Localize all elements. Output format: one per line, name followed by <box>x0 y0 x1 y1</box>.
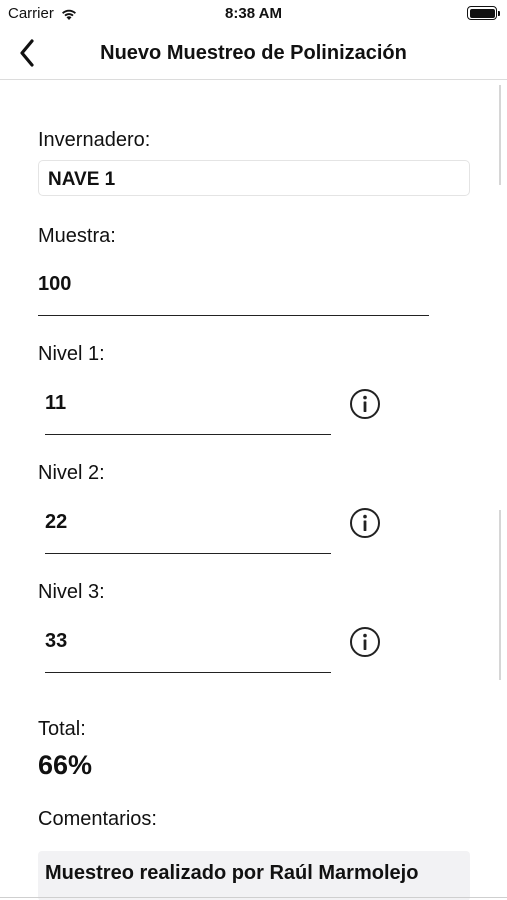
scroll-indicator <box>499 510 501 680</box>
total-value: 66% <box>38 750 93 780</box>
info-icon[interactable] <box>349 626 381 658</box>
bottom-divider <box>0 897 507 898</box>
total-label: Total: <box>38 718 86 740</box>
nivel-2-input[interactable]: 22 <box>45 511 331 554</box>
form-scroll-view[interactable]: Invernadero: NAVE 1 Muestra: 100 Nivel 1… <box>0 80 507 900</box>
nivel-3-label: Nivel 3: <box>38 581 105 603</box>
nivel-1-input[interactable]: 11 <box>45 392 331 435</box>
status-bar: Carrier 8:38 AM <box>0 0 507 28</box>
battery-icon <box>467 6 500 20</box>
nivel-3-input[interactable]: 33 <box>45 630 331 673</box>
info-icon[interactable] <box>349 507 381 539</box>
scroll-indicator <box>499 85 501 185</box>
muestra-input[interactable]: 100 <box>38 272 429 316</box>
page-title: Nuevo Muestreo de Polinización <box>100 42 407 64</box>
nivel-2-label: Nivel 2: <box>38 462 105 484</box>
muestra-label: Muestra: <box>38 225 116 247</box>
info-icon[interactable] <box>349 388 381 420</box>
invernadero-label: Invernadero: <box>38 129 151 151</box>
comentarios-field[interactable]: Muestreo realizado por Raúl Marmolejo <box>38 851 470 900</box>
navigation-bar: Nuevo Muestreo de Polinización <box>0 28 507 80</box>
status-time: 8:38 AM <box>225 5 282 22</box>
battery-level <box>469 8 495 18</box>
comentarios-label: Comentarios: <box>38 808 157 830</box>
invernadero-field[interactable]: NAVE 1 <box>38 160 470 196</box>
nivel-1-label: Nivel 1: <box>38 343 105 365</box>
